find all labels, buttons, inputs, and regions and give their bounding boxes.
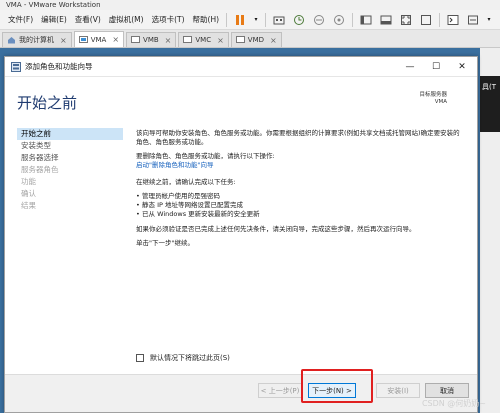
menu-file[interactable]: 文件(F) bbox=[4, 10, 37, 30]
close-icon[interactable]: ✕ bbox=[453, 60, 471, 74]
menu-tabs[interactable]: 选项卡(T) bbox=[148, 10, 189, 30]
intro-text: 该向导可帮助你安装角色、角色服务或功能。你需要根据组织的计算要求(例如共享文档或… bbox=[136, 129, 460, 146]
tab-vma[interactable]: VMA × bbox=[73, 31, 125, 47]
wizard-window-title: 添加角色和功能向导 bbox=[25, 62, 93, 71]
vm-icon bbox=[235, 36, 245, 43]
cancel-button[interactable]: 取消 bbox=[425, 383, 469, 398]
fullscreen-icon[interactable] bbox=[399, 13, 413, 27]
menu-edit[interactable]: 编辑(E) bbox=[37, 10, 71, 30]
background-toolbar: 具(T bbox=[480, 76, 500, 132]
skip-page-checkbox[interactable] bbox=[136, 354, 144, 362]
vm-icon bbox=[131, 36, 141, 43]
wizard-nav: 开始之前 安装类型 服务器选择 服务器角色 功能 确认 结果 bbox=[17, 128, 123, 212]
install-button[interactable]: 安装(I) bbox=[376, 383, 420, 398]
tab-label: VMD bbox=[247, 36, 265, 44]
menu-vm[interactable]: 虚拟机(M) bbox=[105, 10, 148, 30]
snapshot-manager-icon[interactable] bbox=[332, 13, 346, 27]
sidebar-toggle-icon[interactable] bbox=[359, 13, 373, 27]
wizard-footer: < 上一步(P) 下一步(N) > 安装(I) 取消 bbox=[5, 374, 477, 412]
vmware-title: VMA - VMware Workstation bbox=[6, 1, 101, 9]
minimize-icon[interactable]: — bbox=[401, 60, 419, 74]
skip-page-option[interactable]: 默认情况下将跳过此页(S) bbox=[136, 353, 230, 363]
stretch-dropdown-icon[interactable]: ▾ bbox=[486, 13, 492, 27]
vmware-menubar: 文件(F) 编辑(E) 查看(V) 虚拟机(M) 选项卡(T) 帮助(H) ▾ … bbox=[0, 10, 500, 30]
tab-label: VMA bbox=[90, 35, 107, 44]
tab-vmd[interactable]: VMD × bbox=[230, 32, 282, 47]
close-icon[interactable]: × bbox=[165, 36, 172, 45]
nav-results: 结果 bbox=[21, 201, 36, 210]
nav-installation-type[interactable]: 安装类型 bbox=[17, 140, 123, 152]
tab-label: VMB bbox=[143, 36, 159, 44]
close-icon[interactable]: × bbox=[270, 36, 277, 45]
pause-icon[interactable] bbox=[233, 13, 247, 27]
close-icon[interactable]: × bbox=[60, 36, 67, 45]
nav-server-roles: 服务器角色 bbox=[21, 165, 59, 174]
target-server-label: 目标服务器 bbox=[419, 92, 447, 98]
close-icon[interactable]: × bbox=[217, 36, 224, 45]
console-icon[interactable] bbox=[446, 13, 460, 27]
toolbar-separator bbox=[226, 12, 228, 27]
skip-page-label: 默认情况下将跳过此页(S) bbox=[150, 354, 230, 362]
dropdown-arrow-icon[interactable]: ▾ bbox=[253, 13, 259, 27]
menu-help[interactable]: 帮助(H) bbox=[189, 10, 224, 30]
server-manager-icon bbox=[11, 61, 21, 72]
add-roles-wizard: 添加角色和功能向导 — ☐ ✕ 开始之前 目标服务器 VMA 开始之前 安装类型… bbox=[4, 56, 478, 413]
nav-server-selection[interactable]: 服务器选择 bbox=[17, 152, 123, 164]
revert-snapshot-icon[interactable] bbox=[312, 13, 326, 27]
snapshot-icon[interactable] bbox=[292, 13, 306, 27]
stretch-icon[interactable] bbox=[466, 13, 480, 27]
menu-view[interactable]: 查看(V) bbox=[71, 10, 105, 30]
list-item: 已从 Windows 更新安装最新的安全更新 bbox=[136, 210, 466, 219]
next-button-highlight bbox=[301, 369, 373, 403]
nav-features: 功能 bbox=[21, 177, 36, 186]
prereq-intro: 在继续之前，请确认完成以下任务: bbox=[136, 178, 236, 186]
tab-label: VMC bbox=[195, 36, 212, 44]
previous-button[interactable]: < 上一步(P) bbox=[258, 383, 302, 398]
watermark: CSDN @何奶奶~ bbox=[421, 399, 486, 408]
target-server: 目标服务器 VMA bbox=[419, 92, 447, 106]
list-item: 管理员帐户使用的是强密码 bbox=[136, 192, 466, 201]
vmware-tab-bar: 我的计算机 × VMA × VMB × VMC × VMD × bbox=[0, 30, 500, 48]
vmware-title-bar: VMA - VMware Workstation bbox=[0, 0, 500, 10]
tab-vmc[interactable]: VMC × bbox=[178, 32, 229, 47]
nav-confirmation: 确认 bbox=[21, 189, 36, 198]
tab-my-computer[interactable]: 我的计算机 × bbox=[2, 32, 72, 47]
target-server-value: VMA bbox=[434, 99, 447, 105]
prereq-list: 管理员帐户使用的是强密码 静态 IP 地址等网络设置已配置完成 已从 Windo… bbox=[136, 192, 466, 219]
thumbnail-icon[interactable] bbox=[379, 13, 393, 27]
remove-roles-text: 要删除角色、角色服务或功能，请执行以下操作: bbox=[136, 152, 275, 160]
maximize-icon[interactable]: ☐ bbox=[427, 60, 445, 74]
remove-roles-link[interactable]: 启动"删除角色和功能"向导 bbox=[136, 161, 466, 170]
wizard-header: 开始之前 目标服务器 VMA bbox=[5, 78, 477, 120]
verify-text: 如果你必须验证是否已完成上述任何先决条件，请关闭向导，完成这些步骤，然后再次运行… bbox=[136, 225, 416, 233]
vm-icon bbox=[78, 35, 88, 43]
tab-label: 我的计算机 bbox=[19, 36, 54, 44]
send-keys-icon[interactable] bbox=[272, 13, 286, 27]
wizard-content: 该向导可帮助你安装角色、角色服务或功能。你需要根据组织的计算要求(例如共享文档或… bbox=[136, 129, 466, 253]
home-icon bbox=[8, 37, 15, 44]
continue-text: 单击"下一步"继续。 bbox=[136, 239, 194, 247]
background-window: 具(T bbox=[480, 48, 500, 413]
page-title: 开始之前 bbox=[17, 94, 78, 112]
nav-before-you-begin[interactable]: 开始之前 bbox=[17, 128, 123, 140]
list-item: 静态 IP 地址等网络设置已配置完成 bbox=[136, 201, 466, 210]
vm-icon bbox=[183, 36, 193, 43]
background-menu-text: 具(T bbox=[482, 83, 497, 91]
tab-vmb[interactable]: VMB × bbox=[126, 32, 177, 47]
close-icon[interactable]: × bbox=[112, 35, 119, 44]
unity-icon[interactable] bbox=[419, 13, 433, 27]
